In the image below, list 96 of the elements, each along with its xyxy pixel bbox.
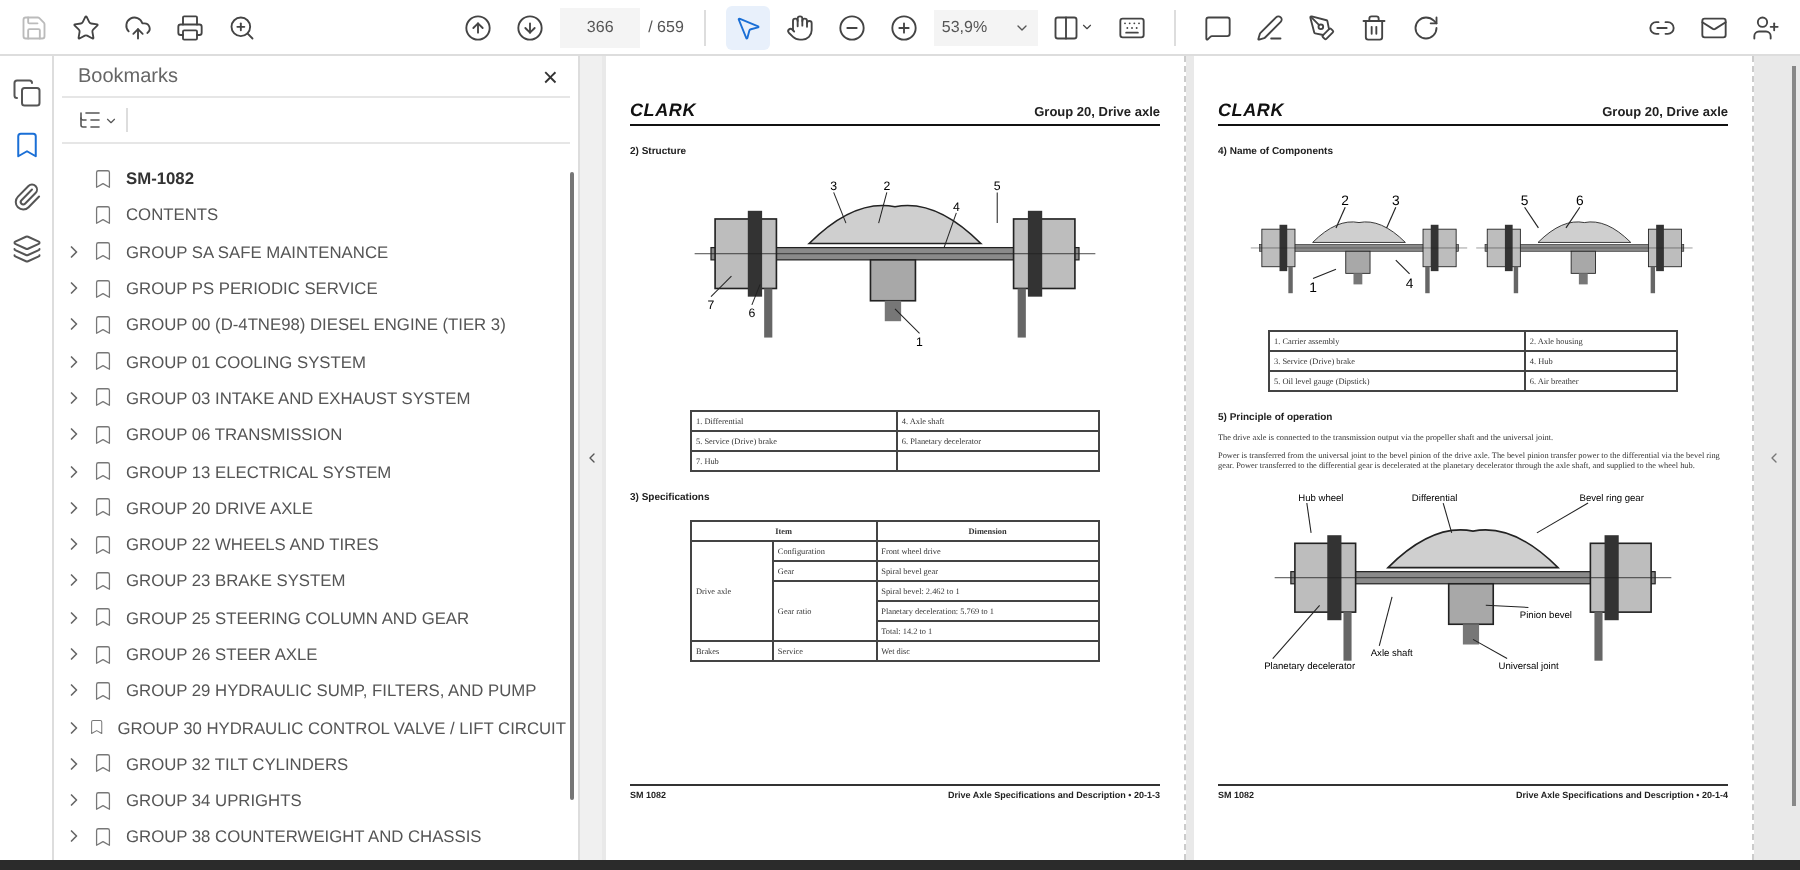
arrow-down-icon <box>516 13 545 41</box>
scrollbar[interactable] <box>570 172 574 800</box>
bookmark-icon <box>92 313 114 336</box>
bookmark-item[interactable]: GROUP 00 (D-4TNE98) DIESEL ENGINE (TIER 3) <box>54 306 566 343</box>
bookmark-item[interactable]: GROUP 23 BRAKE SYSTEM <box>54 562 566 600</box>
columns-icon <box>1052 13 1081 41</box>
bookmark-icon <box>88 716 106 739</box>
bookmark-item[interactable]: SM-1082 <box>54 160 566 197</box>
bookmark-icon <box>92 825 114 848</box>
leader-line <box>1272 604 1321 660</box>
bookmark-item[interactable]: GROUP PS PERIODIC SERVICE <box>54 269 566 307</box>
leader-line <box>1334 206 1345 229</box>
leader-line <box>1385 206 1396 229</box>
leader-line <box>1485 604 1529 608</box>
hand-icon <box>785 13 814 41</box>
bookmark-icon <box>92 789 114 812</box>
leader-line <box>996 191 998 224</box>
bookmark-icon <box>92 679 114 702</box>
bookmark-item[interactable]: GROUP 34 UPRIGHTS <box>54 782 566 819</box>
pen-icon <box>1255 13 1284 41</box>
bookmark-item[interactable]: GROUP 06 TRANSMISSION <box>54 416 566 453</box>
mail-icon <box>1700 13 1729 41</box>
scrollbar[interactable] <box>1792 66 1796 806</box>
bookmark-icon <box>92 386 114 409</box>
bookmark-icon <box>92 203 114 226</box>
leader-line <box>1472 638 1508 660</box>
leader-line <box>1442 502 1453 534</box>
bookmark-icon <box>92 167 114 190</box>
list-icon <box>78 108 102 132</box>
leader-line <box>943 212 957 249</box>
leader-line <box>1523 206 1538 229</box>
bookmark-icon <box>92 240 114 263</box>
bookmark-icon <box>92 496 114 519</box>
arrow-up-icon <box>464 13 493 41</box>
paperclip-icon <box>11 181 41 211</box>
comment-icon <box>1203 13 1232 41</box>
user-icon <box>1752 13 1781 41</box>
bookmark-icon <box>92 350 114 373</box>
printer-icon <box>176 13 204 41</box>
caret-icon <box>1080 20 1095 34</box>
leader-line <box>1306 502 1312 534</box>
search-icon <box>228 13 256 41</box>
options-button[interactable] <box>78 108 128 132</box>
trash-icon <box>1359 13 1388 41</box>
layers-icon <box>11 233 41 263</box>
page-total: / 659 <box>648 18 684 36</box>
bookmark-icon <box>92 752 114 775</box>
zoom-dropdown[interactable]: 53,9% <box>933 9 1038 45</box>
bookmark-icon <box>92 533 114 556</box>
bookmark-icon <box>92 423 114 446</box>
bookmark-item[interactable]: GROUP 26 STEER AXLE <box>54 635 566 673</box>
leader-line <box>833 191 847 224</box>
brand-logo: CLARK <box>1218 100 1284 120</box>
bookmark-item[interactable]: GROUP 25 STEERING COLUMN AND GEAR <box>54 599 566 636</box>
rotate-icon <box>1411 13 1440 41</box>
pointer-icon <box>733 13 762 41</box>
zoom-in-icon <box>889 13 918 41</box>
leader-line <box>1564 206 1580 229</box>
leader-line <box>1378 596 1393 647</box>
bookmark-item[interactable]: GROUP 29 HYDRAULIC SUMP, FILTERS, AND PUMP <box>54 672 566 709</box>
brand-logo: CLARK <box>630 100 696 120</box>
bookmark-item[interactable]: GROUP 22 WHEELS AND TIRES <box>54 525 566 563</box>
bookmark-item[interactable]: GROUP 03 INTAKE AND EXHAUST SYSTEM <box>54 379 566 417</box>
bookmark-item[interactable]: CONTENTS <box>54 196 566 234</box>
leader-line <box>710 275 732 298</box>
star-icon <box>72 13 100 41</box>
pages-icon <box>11 77 41 107</box>
panel-title: Bookmarks <box>78 65 179 87</box>
bookmark-icon <box>11 129 41 159</box>
bookmark-item[interactable]: GROUP SA SAFE MAINTENANCE <box>54 233 566 270</box>
bookmark-item[interactable]: GROUP 01 COOLING SYSTEM <box>54 342 566 380</box>
bookmark-item[interactable]: GROUP 32 TILT CYLINDERS <box>54 745 566 783</box>
select-tool[interactable] <box>725 5 770 49</box>
pen-nib-icon <box>1307 13 1336 41</box>
page-number-field[interactable]: 366 <box>560 7 641 47</box>
bookmark-icon <box>92 460 114 483</box>
keyboard-icon <box>1117 13 1146 41</box>
leader-line <box>1311 268 1336 280</box>
save-icon <box>20 13 48 41</box>
bookmark-icon <box>92 643 114 665</box>
caret-icon <box>104 113 118 127</box>
bookmark-icon <box>92 569 114 592</box>
bookmark-icon <box>92 277 114 300</box>
bookmark-item[interactable]: GROUP 13 ELECTRICAL SYSTEM <box>54 452 566 490</box>
leader-line <box>1394 259 1410 275</box>
bookmark-item[interactable]: GROUP 30 HYDRAULIC CONTROL VALVE / LIFT CIRCUIT <box>54 708 566 746</box>
leader-line <box>1536 502 1589 534</box>
leader-line <box>751 283 761 306</box>
bookmark-icon <box>92 606 114 629</box>
leader-line <box>878 191 888 224</box>
zoom-out-icon <box>837 13 866 41</box>
bookmark-item[interactable]: GROUP 20 DRIVE AXLE <box>54 489 566 526</box>
close-button[interactable]: × <box>542 61 558 91</box>
cloud-upload-icon <box>124 13 152 41</box>
bookmark-item[interactable]: GROUP 38 COUNTERWEIGHT AND CHASSIS <box>54 818 566 856</box>
leader-line <box>894 308 921 334</box>
